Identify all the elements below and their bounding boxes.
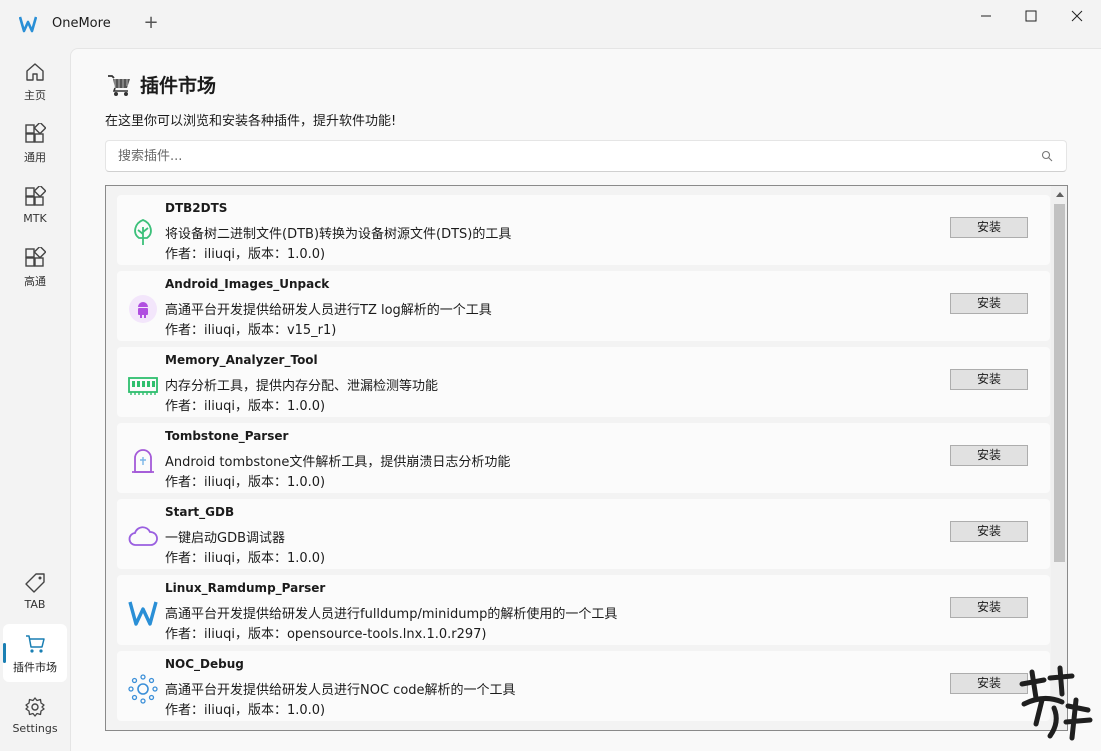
sidebar-item-plugin-market[interactable]: 插件市场 bbox=[3, 624, 67, 682]
gear-icon bbox=[23, 695, 47, 719]
plugin-meta: 作者：iliuqi，版本：1.0.0) bbox=[165, 475, 326, 490]
main-content: 插件市场 在这里你可以浏览和安装各种插件，提升软件功能! DTB2DTS 将设备… bbox=[70, 48, 1101, 751]
network-icon bbox=[127, 673, 159, 705]
sidebar: 主页 通用 MTK 高通 TAB 插件市场 Settings bbox=[0, 48, 70, 751]
plugin-description: 高通平台开发提供给研发人员进行TZ log解析的一个工具 bbox=[165, 303, 492, 318]
tag-icon bbox=[23, 571, 47, 595]
search-icon[interactable] bbox=[1041, 150, 1053, 162]
plugin-meta: 作者：iliuqi，版本：1.0.0) bbox=[165, 551, 326, 566]
maximize-icon bbox=[1025, 10, 1037, 22]
app-title: OneMore bbox=[52, 16, 111, 31]
sidebar-item-settings[interactable]: Settings bbox=[3, 686, 67, 744]
sidebar-item-mtk[interactable]: MTK bbox=[3, 176, 67, 234]
w-logo-icon bbox=[127, 597, 159, 629]
page-title: 插件市场 bbox=[140, 75, 217, 97]
plugin-name: Memory_Analyzer_Tool bbox=[165, 353, 318, 367]
plugin-card: DTB2DTS 将设备树二进制文件(DTB)转换为设备树源文件(DTS)的工具 … bbox=[117, 195, 1050, 265]
scrollbar-thumb[interactable] bbox=[1054, 204, 1065, 562]
app-logo-icon bbox=[19, 16, 37, 33]
tree-icon bbox=[127, 217, 159, 249]
scroll-up-icon[interactable] bbox=[1051, 188, 1067, 200]
install-button[interactable]: 安装 bbox=[950, 293, 1028, 314]
title-bar: OneMore + bbox=[0, 0, 1101, 48]
plugin-meta: 作者：iliuqi，版本：1.0.0) bbox=[165, 399, 326, 414]
plugin-description: 一键启动GDB调试器 bbox=[165, 531, 286, 546]
cart-icon bbox=[23, 632, 47, 656]
watermark-logo-icon bbox=[1019, 665, 1093, 741]
apps-icon bbox=[23, 185, 47, 209]
page-description: 在这里你可以浏览和安装各种插件，提升软件功能! bbox=[105, 114, 397, 129]
plugin-card: NOC_Debug 高通平台开发提供给研发人员进行NOC code解析的一个工具… bbox=[117, 651, 1050, 721]
plugin-card: Start_GDB 一键启动GDB调试器 作者：iliuqi，版本：1.0.0)… bbox=[117, 499, 1050, 569]
plugin-name: NOC_Debug bbox=[165, 657, 244, 671]
plugin-meta: 作者：iliuqi，版本：1.0.0) bbox=[165, 247, 326, 262]
apps-icon bbox=[23, 246, 47, 270]
maximize-button[interactable] bbox=[1008, 0, 1054, 32]
apps-icon bbox=[23, 122, 47, 146]
minimize-icon bbox=[981, 15, 991, 17]
plugin-name: Android_Images_Unpack bbox=[165, 277, 330, 291]
home-icon bbox=[23, 60, 47, 84]
sidebar-item-qualcomm[interactable]: 高通 bbox=[3, 238, 67, 296]
plugin-card: Linux_Ramdump_Parser 高通平台开发提供给研发人员进行full… bbox=[117, 575, 1050, 645]
install-button[interactable]: 安装 bbox=[950, 217, 1028, 238]
plugin-card: Tombstone_Parser Android tombstone文件解析工具… bbox=[117, 423, 1050, 493]
plugin-name: Tombstone_Parser bbox=[165, 429, 289, 443]
install-button[interactable]: 安装 bbox=[950, 597, 1028, 618]
plugin-name: Start_GDB bbox=[165, 505, 235, 519]
plugin-card: Memory_Analyzer_Tool 内存分析工具，提供内存分配、泄漏检测等… bbox=[117, 347, 1050, 417]
plugin-description: 高通平台开发提供给研发人员进行fulldump/minidump的解析使用的一个… bbox=[165, 607, 618, 622]
search-input[interactable] bbox=[106, 141, 1036, 171]
sidebar-item-label: 插件市场 bbox=[13, 660, 57, 674]
cart-icon bbox=[108, 74, 130, 96]
install-button[interactable]: 安装 bbox=[950, 521, 1028, 542]
android-icon bbox=[127, 293, 159, 325]
sidebar-item-home[interactable]: 主页 bbox=[3, 52, 67, 110]
sidebar-item-general[interactable]: 通用 bbox=[3, 114, 67, 172]
install-button[interactable]: 安装 bbox=[950, 369, 1028, 390]
plugin-description: 内存分析工具，提供内存分配、泄漏检测等功能 bbox=[165, 379, 439, 394]
plugin-meta: 作者：iliuqi，版本：1.0.0) bbox=[165, 703, 326, 718]
plugin-meta: 作者：iliuqi，版本：v15_r1) bbox=[165, 323, 337, 338]
plugin-list: DTB2DTS 将设备树二进制文件(DTB)转换为设备树源文件(DTS)的工具 … bbox=[105, 185, 1068, 731]
close-button[interactable] bbox=[1054, 0, 1100, 32]
sidebar-item-label: 高通 bbox=[24, 274, 46, 288]
sidebar-item-label: MTK bbox=[23, 212, 47, 225]
sidebar-item-label: Settings bbox=[12, 722, 58, 735]
minimize-button[interactable] bbox=[963, 0, 1009, 32]
memory-icon bbox=[127, 369, 159, 401]
install-button[interactable]: 安装 bbox=[950, 445, 1028, 466]
close-icon bbox=[1071, 10, 1083, 22]
tombstone-icon bbox=[127, 445, 159, 477]
sidebar-item-tab[interactable]: TAB bbox=[3, 562, 67, 620]
new-tab-button[interactable]: + bbox=[141, 13, 161, 33]
sidebar-item-label: 主页 bbox=[24, 88, 46, 102]
plugin-description: 高通平台开发提供给研发人员进行NOC code解析的一个工具 bbox=[165, 683, 516, 698]
page-header: 插件市场 bbox=[106, 71, 216, 98]
plugin-card: Android_Images_Unpack 高通平台开发提供给研发人员进行TZ … bbox=[117, 271, 1050, 341]
plugin-meta: 作者：iliuqi，版本：opensource-tools.lnx.1.0.r2… bbox=[165, 627, 487, 642]
search-box bbox=[105, 140, 1067, 172]
plugin-description: 将设备树二进制文件(DTB)转换为设备树源文件(DTS)的工具 bbox=[165, 227, 512, 242]
plugin-name: Linux_Ramdump_Parser bbox=[165, 581, 326, 595]
plugin-name: DTB2DTS bbox=[165, 201, 228, 215]
cloud-icon bbox=[127, 521, 159, 553]
sidebar-item-label: 通用 bbox=[24, 150, 46, 164]
sidebar-item-label: TAB bbox=[24, 598, 46, 611]
plugin-description: Android tombstone文件解析工具，提供崩溃日志分析功能 bbox=[165, 455, 511, 470]
scrollbar[interactable] bbox=[1051, 186, 1067, 730]
